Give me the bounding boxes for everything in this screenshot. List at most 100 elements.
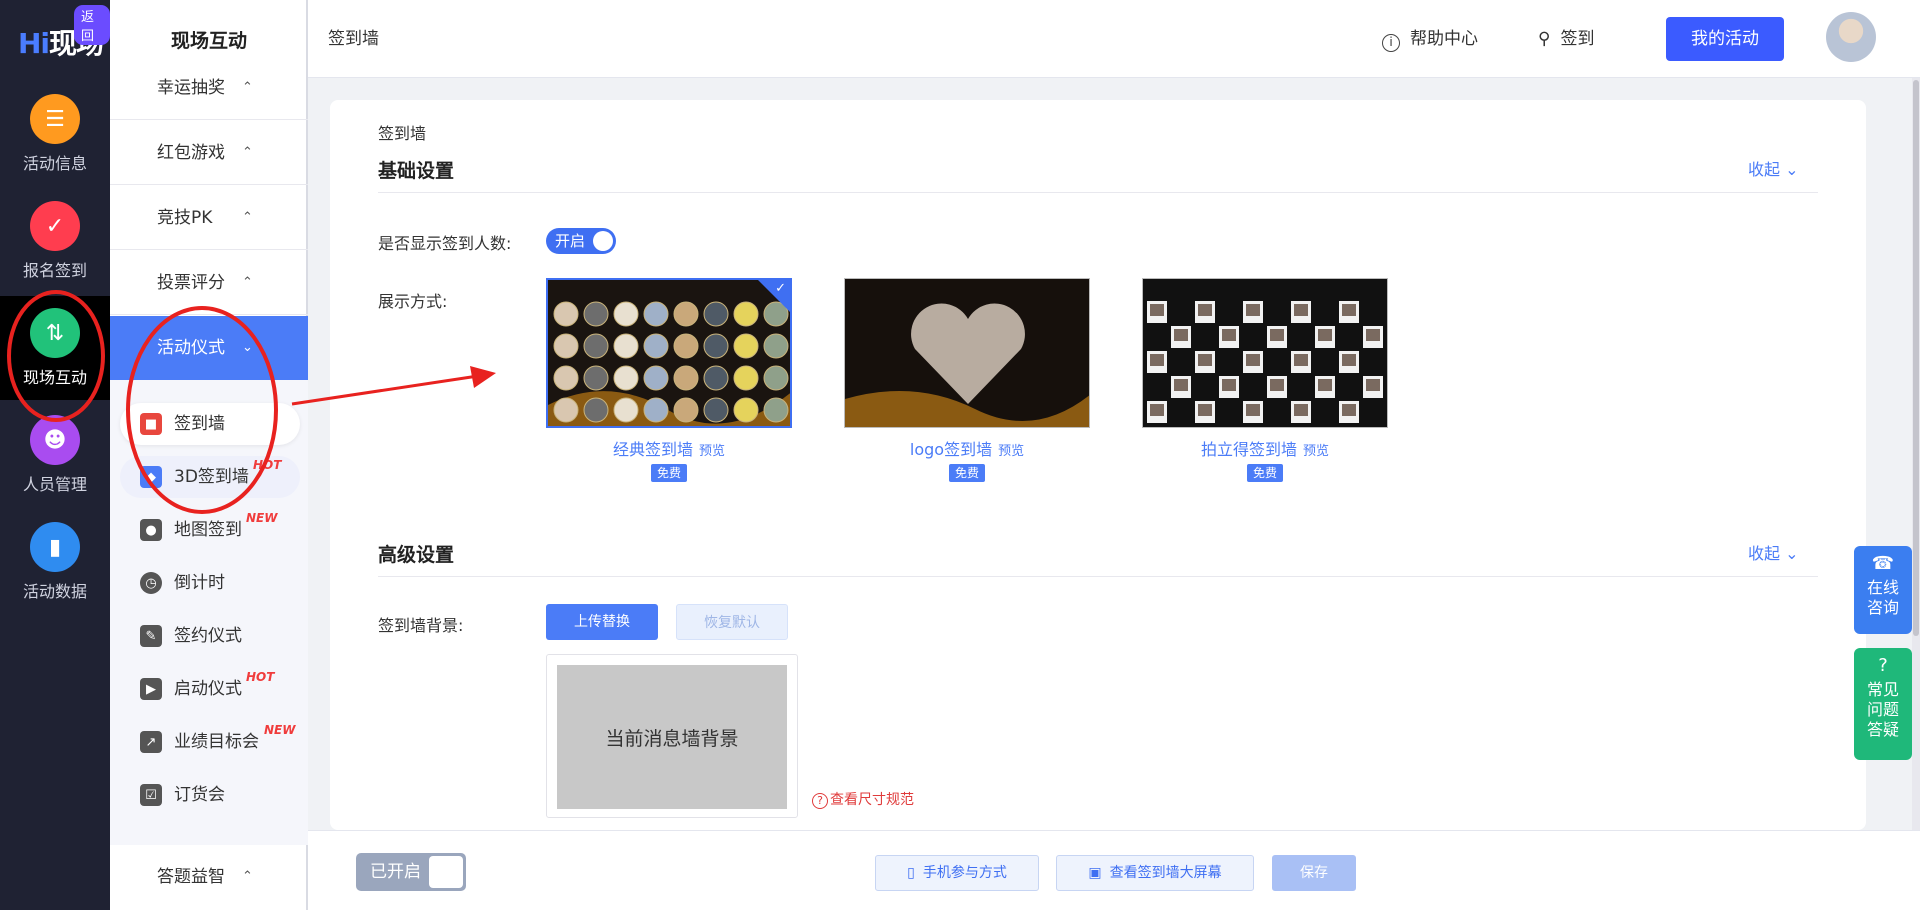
polaroid-photo <box>1174 329 1188 341</box>
avatar-dot <box>673 333 699 359</box>
group-lucky-draw[interactable]: 幸运抽奖 ⌃ <box>110 56 308 120</box>
headset-icon: ☎ <box>1871 553 1895 574</box>
subitem-launch-ceremony[interactable]: ▶ 启动仪式 HOT <box>120 668 300 710</box>
theme-polaroid-name[interactable]: 拍立得签到墙 预览 <box>1142 436 1388 460</box>
checkin-link[interactable]: ⚲ 签到 <box>1538 0 1594 78</box>
group-pk[interactable]: 竞技PK ⌃ <box>110 186 308 250</box>
scrollbar-thumb[interactable] <box>1913 80 1919 636</box>
chevron-up-icon: ⌃ <box>242 869 253 884</box>
phone-icon: ▯ <box>907 865 915 881</box>
breadcrumb: 签到墙 <box>328 29 379 49</box>
background-preview: 当前消息墙背景 <box>546 654 798 818</box>
toggle-knob <box>593 231 613 251</box>
avatar-dot <box>643 333 669 359</box>
cube-icon: ◆ <box>140 466 162 488</box>
group-voting[interactable]: 投票评分 ⌃ <box>110 251 308 315</box>
avatar-dot <box>583 333 609 359</box>
polaroid-photo <box>1294 404 1308 416</box>
submenu-title: 现场互动 <box>170 30 247 52</box>
theme-logo-thumbnail[interactable] <box>844 278 1090 428</box>
rail-item-live-interaction[interactable]: ⇅ 现场互动 <box>0 296 110 400</box>
check-icon: ✓ <box>775 281 786 296</box>
preview-link[interactable]: 预览 <box>998 444 1024 459</box>
collapse-basic-button[interactable]: 收起 ⌄ <box>1748 156 1799 180</box>
preview-link[interactable]: 预览 <box>699 444 725 459</box>
theme-classic-name[interactable]: 经典签到墙 预览 <box>546 436 792 460</box>
rail-item-registration[interactable]: ✓ 报名签到 <box>0 189 110 293</box>
back-button[interactable]: 返回 <box>74 5 110 45</box>
subitem-3d-signin-wall[interactable]: ◆ 3D签到墙 HOT <box>120 456 300 498</box>
avatar-dot <box>613 397 639 423</box>
chevron-down-icon: ⌄ <box>1785 544 1799 563</box>
app-rail: Hi现场 返回 ☰ 活动信息 ✓ 报名签到 ⇅ 现场互动 ☻ 人员管理 ▮ 活动… <box>0 0 110 910</box>
rail-item-data[interactable]: ▮ 活动数据 <box>0 510 110 614</box>
avatar-dot <box>733 333 759 359</box>
subitem-map-signin[interactable]: ● 地图签到 NEW <box>120 509 300 551</box>
avatar-dot <box>613 301 639 327</box>
clock-icon: ◷ <box>140 572 162 594</box>
location-pin-icon: ⚲ <box>1538 29 1551 49</box>
avatar-dot <box>583 397 609 423</box>
preview-link[interactable]: 预览 <box>1303 444 1329 459</box>
chevron-up-icon: ⌃ <box>242 210 253 225</box>
polaroid-photo <box>1222 329 1236 341</box>
group-ceremony[interactable]: 活动仪式 ⌄ <box>110 316 308 380</box>
polaroid-photo <box>1174 379 1188 391</box>
polaroid-photo <box>1198 304 1212 316</box>
polaroid-photo <box>1198 354 1212 366</box>
question-icon: ? <box>812 793 828 809</box>
avatar-dot <box>613 333 639 359</box>
polaroid-photo <box>1246 304 1260 316</box>
help-center-link[interactable]: i 帮助中心 <box>1382 0 1478 78</box>
polaroid-photo <box>1150 304 1164 316</box>
polaroid-photo <box>1318 379 1332 391</box>
restore-default-button[interactable]: 恢复默认 <box>676 604 788 640</box>
faq-button[interactable]: ? 常见问题答疑 <box>1854 648 1912 760</box>
avatar-dot <box>553 301 579 327</box>
hot-tag: HOT <box>253 458 282 472</box>
upload-replace-button[interactable]: 上传替换 <box>546 604 658 640</box>
free-badge: 免费 <box>1247 464 1283 482</box>
info-icon: i <box>1382 34 1400 52</box>
avatar-dot <box>703 333 729 359</box>
group-red-packet[interactable]: 红包游戏 ⌃ <box>110 121 308 185</box>
subitem-signing-ceremony[interactable]: ✎ 签约仪式 <box>120 615 300 657</box>
question-circle-icon: ? <box>1878 655 1888 676</box>
my-activity-button[interactable]: 我的活动 <box>1666 17 1784 61</box>
theme-logo-name[interactable]: logo签到墙 预览 <box>844 436 1090 460</box>
scrollbar[interactable] <box>1912 78 1920 830</box>
chevron-down-icon: ⌄ <box>1785 160 1799 179</box>
avatar-dot <box>553 365 579 391</box>
polaroid-wall-preview <box>1143 279 1387 427</box>
theme-polaroid-thumbnail[interactable] <box>1142 278 1388 428</box>
subitem-signin-wall[interactable]: ■ 签到墙 <box>120 403 300 445</box>
collapse-advanced-button[interactable]: 收起 ⌄ <box>1748 540 1799 564</box>
mobile-participation-button[interactable]: ▯ 手机参与方式 <box>875 855 1039 891</box>
chevron-up-icon: ⌃ <box>242 80 253 95</box>
avatar-dot <box>763 365 789 391</box>
map-pin-icon: ● <box>140 519 162 541</box>
subitem-countdown[interactable]: ◷ 倒计时 <box>120 562 300 604</box>
show-count-toggle[interactable]: 开启 <box>546 228 616 254</box>
subitem-performance-meeting[interactable]: ↗ 业绩目标会 NEW <box>120 721 300 763</box>
rail-item-people[interactable]: ☻ 人员管理 <box>0 403 110 507</box>
avatar[interactable] <box>1826 12 1876 62</box>
divider <box>378 576 1818 577</box>
polaroid-photo <box>1198 404 1212 416</box>
background-placeholder: 当前消息墙背景 <box>557 665 787 809</box>
subitem-order-meeting[interactable]: ☑ 订货会 <box>120 774 300 816</box>
size-spec-link[interactable]: ? 查看尺寸规范 <box>812 789 914 809</box>
clipboard-icon: ☑ <box>140 784 162 806</box>
ceremony-subpanel: ■ 签到墙 ◆ 3D签到墙 HOT ● 地图签到 NEW ◷ 倒计时 ✎ 签约仪… <box>110 380 308 845</box>
avatar-dot <box>643 301 669 327</box>
theme-classic-thumbnail[interactable]: ✓ <box>546 278 792 428</box>
save-button[interactable]: 保存 <box>1272 855 1356 891</box>
group-quiz[interactable]: 答题益智 ⌃ <box>110 845 308 909</box>
enabled-toggle[interactable]: 已开启 <box>356 853 466 891</box>
display-mode-label: 展示方式: <box>378 292 448 311</box>
online-consult-button[interactable]: ☎ 在线咨询 <box>1854 546 1912 634</box>
view-big-screen-button[interactable]: ▣ 查看签到墙大屏幕 <box>1056 855 1254 891</box>
rail-item-activity-info[interactable]: ☰ 活动信息 <box>0 82 110 186</box>
toggle-knob <box>429 856 463 888</box>
polaroid-photo <box>1342 354 1356 366</box>
